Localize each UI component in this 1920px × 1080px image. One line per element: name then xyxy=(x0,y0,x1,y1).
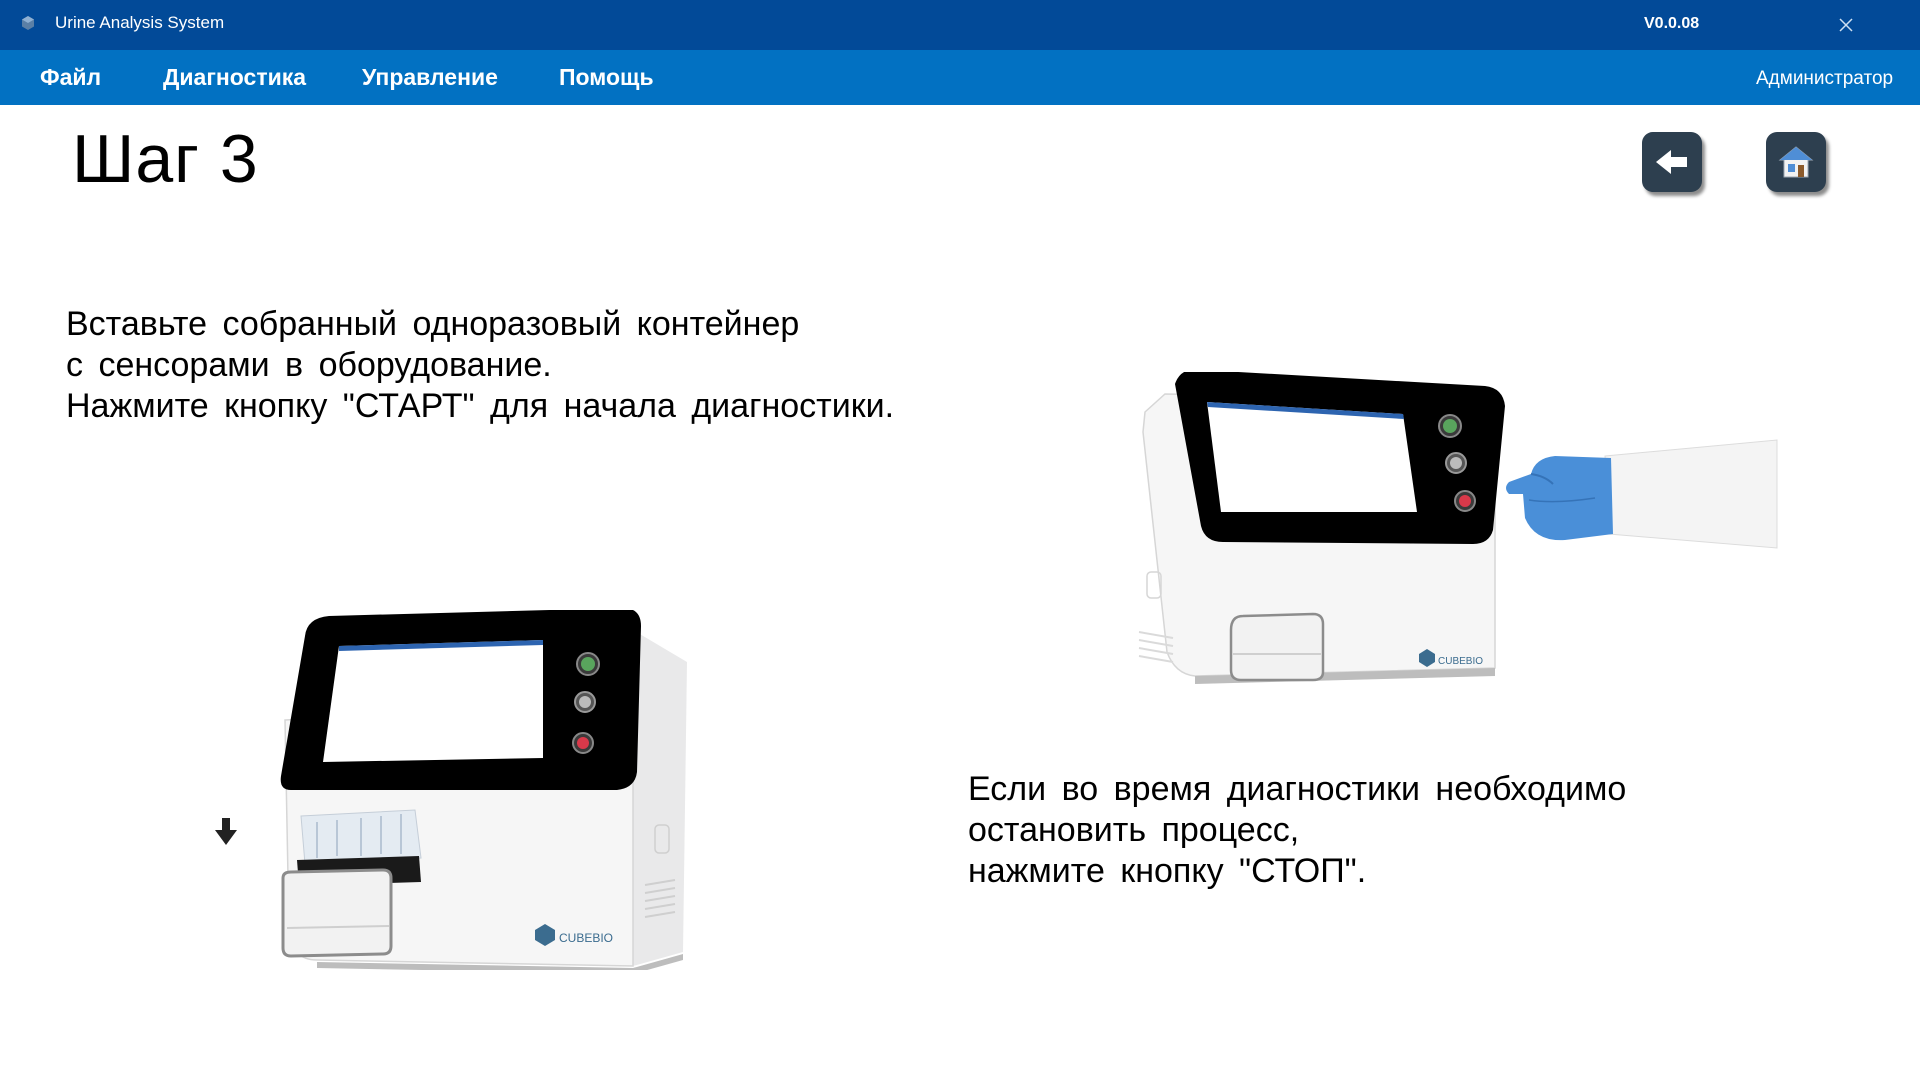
insert-container-illustration: CUBEBIO xyxy=(215,610,687,970)
title-bar: Urine Analysis System V0.0.08 xyxy=(0,0,1920,50)
menu-help[interactable]: Помощь xyxy=(555,50,658,105)
app-logo-icon xyxy=(22,16,34,30)
brand-text: CUBEBIO xyxy=(1438,656,1483,667)
stop-instruction-line: нажмите кнопку "СТОП". xyxy=(968,852,1367,890)
start-instruction-line: Вставьте собранный одноразовый контейнер xyxy=(66,305,800,343)
start-instruction-line: с сенсорами в оборудование. xyxy=(66,346,552,384)
brand-text: CUBEBIO xyxy=(559,931,613,945)
start-instructions: Вставьте собранный одноразовый контейнер… xyxy=(66,304,894,427)
stop-instruction-line: остановить процесс, xyxy=(968,811,1300,849)
home-icon xyxy=(1778,146,1814,178)
press-stop-illustration: CUBEBIO xyxy=(1138,372,1778,684)
menu-file[interactable]: Файл xyxy=(36,50,105,105)
home-button[interactable] xyxy=(1766,132,1826,192)
stop-instructions: Если во время диагностики необходимо ост… xyxy=(968,769,1626,892)
version-label: V0.0.08 xyxy=(1644,15,1700,32)
menu-bar: Файл Диагностика Управление Помощь Админ… xyxy=(0,50,1920,105)
close-icon xyxy=(1839,18,1853,32)
back-button[interactable] xyxy=(1642,132,1702,192)
start-instruction-line: Нажмите кнопку "СТАРТ" для начала диагно… xyxy=(66,387,895,425)
down-arrow-icon xyxy=(215,818,237,845)
user-role-label[interactable]: Администратор xyxy=(1756,50,1893,105)
stop-instruction-line: Если во время диагностики необходимо xyxy=(968,770,1627,808)
close-button[interactable] xyxy=(1832,12,1860,38)
page-title: Шаг 3 xyxy=(72,121,259,197)
window-title: Urine Analysis System xyxy=(55,13,225,32)
menu-management[interactable]: Управление xyxy=(358,50,502,105)
arrow-left-icon xyxy=(1656,150,1687,174)
menu-diagnostics[interactable]: Диагностика xyxy=(159,50,310,105)
